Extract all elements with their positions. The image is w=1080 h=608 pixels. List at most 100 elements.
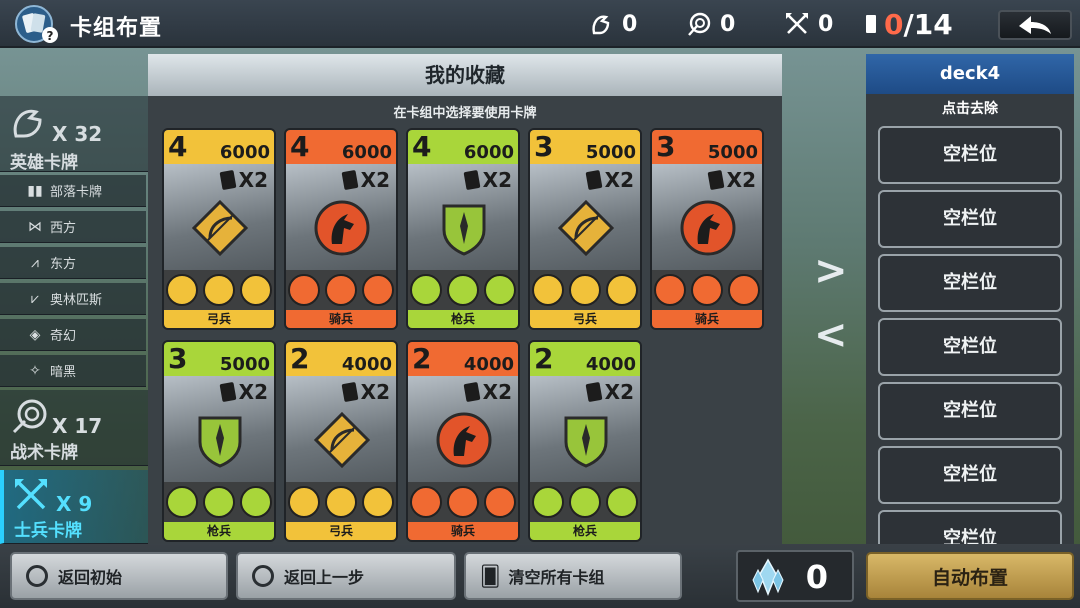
card-quantity-value: X2	[238, 168, 268, 192]
skill-icon	[568, 274, 601, 306]
unit-card[interactable]: 4 6000 X2 枪兵	[406, 128, 520, 330]
svg-text:?: ?	[47, 29, 54, 43]
card-quantity-value: X2	[360, 380, 390, 404]
auto-arrange-button[interactable]: 自动布置	[866, 552, 1074, 600]
hero-count-value: 0	[622, 11, 638, 37]
card-power: 6000	[463, 142, 514, 163]
unit-card[interactable]: 3 5000 X2 弓兵	[528, 128, 642, 330]
unit-card[interactable]: 3 5000 X2 枪兵	[162, 340, 276, 542]
card-count-icon	[866, 15, 876, 33]
card-type-label: 骑兵	[286, 310, 396, 328]
sidebar-item-west[interactable]: ⋈ 西方	[0, 211, 146, 243]
card-cost: 2	[412, 342, 432, 375]
soldier-count: 0	[784, 10, 833, 38]
sidebar-item-label: 东方	[50, 257, 77, 272]
card-quantity-value: X2	[726, 168, 756, 192]
deck-size: 0/14	[866, 7, 953, 41]
deck-slot[interactable]: 空栏位	[878, 190, 1062, 248]
card-type-label: 枪兵	[530, 522, 640, 540]
card-stack-icon	[463, 381, 481, 403]
prev-page-arrow[interactable]: <	[814, 312, 848, 358]
skill-icon	[202, 486, 235, 518]
east-icon: ⩘	[31, 254, 39, 271]
tribe-icon: ▮▮	[27, 182, 43, 199]
sidebar-item-tribe[interactable]: ▮▮ 部落卡牌	[0, 175, 146, 207]
card-skills	[164, 482, 274, 522]
sidebar-item-label: 奇幻	[50, 329, 77, 344]
sidebar-item-tactic[interactable]: X 17 战术卡牌	[0, 390, 148, 466]
tactic-card-count: X 17	[52, 414, 103, 438]
fantasy-icon: ◈	[29, 326, 41, 343]
skill-icon	[410, 274, 443, 306]
skill-icon	[288, 486, 321, 518]
unit-card[interactable]: 2 4000 X2 弓兵	[284, 340, 398, 542]
card-category-sidebar: X 32 英雄卡牌 ▮▮ 部落卡牌 ⋈ 西方 ⩘ 东方 ⩗ 奥林匹斯 ◈ 奇幻 ✧ 暗黑 X…	[0, 96, 148, 544]
clear-deck-button[interactable]: 🂠 清空所有卡组	[464, 552, 682, 600]
sidebar-item-fantasy[interactable]: ◈ 奇幻	[0, 319, 146, 351]
reset-button[interactable]: 返回初始	[10, 552, 228, 600]
skill-icon	[410, 486, 443, 518]
skill-icon	[690, 274, 723, 306]
hero-card-count: X 32	[52, 122, 103, 146]
deck-slot[interactable]: 空栏位	[878, 382, 1062, 440]
card-type-label: 弓兵	[164, 310, 274, 328]
card-deck-icon[interactable]: ?	[14, 4, 60, 44]
deck-slot-list: 空栏位 空栏位 空栏位 空栏位 空栏位 空栏位 空栏位	[866, 54, 1074, 544]
card-stack-icon	[585, 381, 603, 403]
crystal-icon	[752, 558, 784, 596]
hero-icon	[13, 109, 42, 138]
west-icon: ⋈	[28, 218, 42, 235]
sidebar-item-east[interactable]: ⩘ 东方	[0, 247, 146, 279]
deck-slot[interactable]: 空栏位	[878, 318, 1062, 376]
card-cost: 2	[534, 342, 554, 375]
unit-card[interactable]: 2 4000 X2 骑兵	[406, 340, 520, 542]
cavalry-emblem-icon	[436, 412, 492, 468]
deck-size-current: 0	[884, 7, 904, 41]
next-page-arrow[interactable]: >	[814, 248, 848, 294]
skill-icon	[605, 274, 638, 306]
deck-panel: deck4 点击去除 空栏位 空栏位 空栏位 空栏位 空栏位 空栏位 空栏位	[866, 54, 1074, 544]
card-quantity-value: X2	[482, 168, 512, 192]
card-quantity-value: X2	[360, 168, 390, 192]
card-quantity-value: X2	[482, 380, 512, 404]
sidebar-item-dark[interactable]: ✧ 暗黑	[0, 355, 146, 387]
crystal-count: 0	[805, 558, 828, 596]
card-skills	[530, 482, 640, 522]
sidebar-item-hero[interactable]: X 32 英雄卡牌	[0, 96, 148, 173]
skill-icon	[446, 486, 479, 518]
collection-title: 我的收藏	[148, 54, 782, 96]
card-stack-icon	[707, 169, 725, 191]
unit-card[interactable]: 2 4000 X2 枪兵	[528, 340, 642, 542]
deck-size-total: /14	[903, 7, 953, 41]
crystal-counter: 0	[736, 550, 854, 602]
archer-emblem-icon	[314, 412, 370, 468]
card-quantity: X2	[463, 168, 512, 192]
card-cost: 3	[534, 130, 554, 163]
skill-icon	[483, 274, 516, 306]
tactic-icon	[12, 399, 47, 434]
deck-slot[interactable]: 空栏位	[878, 254, 1062, 312]
deck-slot[interactable]: 空栏位	[878, 446, 1062, 504]
card-skills	[408, 482, 518, 522]
card-power: 4000	[463, 354, 514, 375]
card-power: 5000	[219, 354, 270, 375]
hero-card-label: 英雄卡牌	[10, 153, 78, 173]
tactic-count: 0	[686, 10, 735, 38]
tactic-card-label: 战术卡牌	[10, 443, 78, 463]
sidebar-item-olympus[interactable]: ⩗ 奥林匹斯	[0, 283, 146, 315]
deck-slot[interactable]: 空栏位	[878, 126, 1062, 184]
unit-card[interactable]: 3 5000 X2 骑兵	[650, 128, 764, 330]
unit-card[interactable]: 4 6000 X2 骑兵	[284, 128, 398, 330]
deck-slot[interactable]: 空栏位	[878, 510, 1062, 544]
cavalry-emblem-icon	[680, 200, 736, 256]
undo-button[interactable]: 返回上一步	[236, 552, 456, 600]
card-type-label: 弓兵	[286, 522, 396, 540]
skill-icon	[361, 486, 394, 518]
back-button[interactable]	[998, 10, 1072, 40]
unit-card[interactable]: 4 6000 X2 弓兵	[162, 128, 276, 330]
undo-icon	[252, 565, 274, 587]
sidebar-item-soldier[interactable]: X 9 士兵卡牌	[0, 470, 148, 544]
card-power: 5000	[707, 142, 758, 163]
card-quantity-value: X2	[604, 380, 634, 404]
card-power: 6000	[341, 142, 392, 163]
